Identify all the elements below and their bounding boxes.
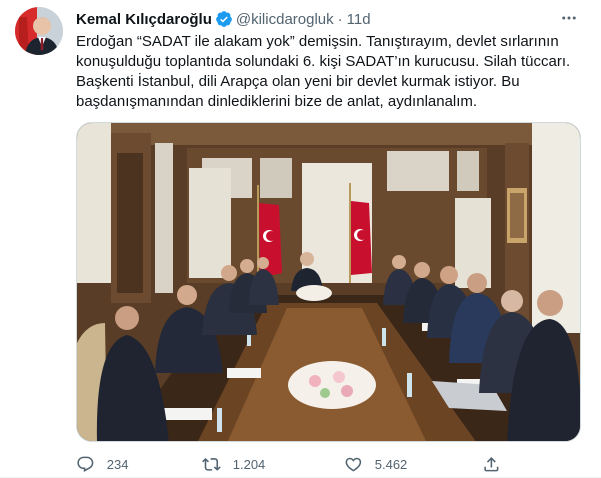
like-button[interactable]: 5.462	[344, 452, 407, 476]
more-horizontal-icon	[562, 16, 576, 20]
tweet-header: Kemal Kılıçdaroğlu @kilicdarogluk · 11d	[76, 9, 371, 29]
more-options-button[interactable]	[559, 8, 579, 28]
tweet-text-line: Başkenti İstanbul, dili Arapça olan yeni…	[76, 73, 520, 90]
reply-icon	[77, 456, 94, 472]
profile-photo-icon	[15, 7, 63, 55]
tweet-actions: 234 1.204 5.462	[76, 452, 586, 476]
avatar[interactable]	[15, 7, 63, 55]
share-button[interactable]	[482, 452, 501, 476]
display-name[interactable]: Kemal Kılıçdaroğlu	[76, 11, 212, 28]
reply-count: 234	[106, 456, 129, 472]
meeting-photo-icon	[77, 123, 580, 441]
like-count: 5.462	[374, 456, 408, 472]
separator-dot: ·	[337, 10, 343, 28]
retweet-button[interactable]: 1.204	[202, 452, 265, 476]
retweet-count: 1.204	[232, 456, 266, 472]
tweet-text-line: konuşulduğu toplantıda solundaki 6. kişi…	[76, 53, 571, 70]
tweet-text: Erdoğan “SADAT ile alakam yok” demişsin.…	[76, 32, 586, 112]
tweet-text-line: Erdoğan “SADAT ile alakam yok” demişsin.…	[76, 33, 559, 50]
share-icon	[484, 456, 499, 472]
tweet-text-line: başdanışmanından dinlediklerini bize de …	[76, 93, 478, 110]
reply-button[interactable]: 234	[76, 452, 128, 476]
tweet-photo[interactable]	[76, 122, 581, 442]
timestamp[interactable]: 11d	[347, 11, 371, 28]
handle[interactable]: @kilicdarogluk	[236, 11, 334, 28]
heart-icon	[345, 457, 362, 472]
retweet-icon	[202, 457, 221, 471]
tweet[interactable]: Kemal Kılıçdaroğlu @kilicdarogluk · 11d …	[0, 0, 601, 478]
verified-badge-icon	[215, 11, 232, 27]
